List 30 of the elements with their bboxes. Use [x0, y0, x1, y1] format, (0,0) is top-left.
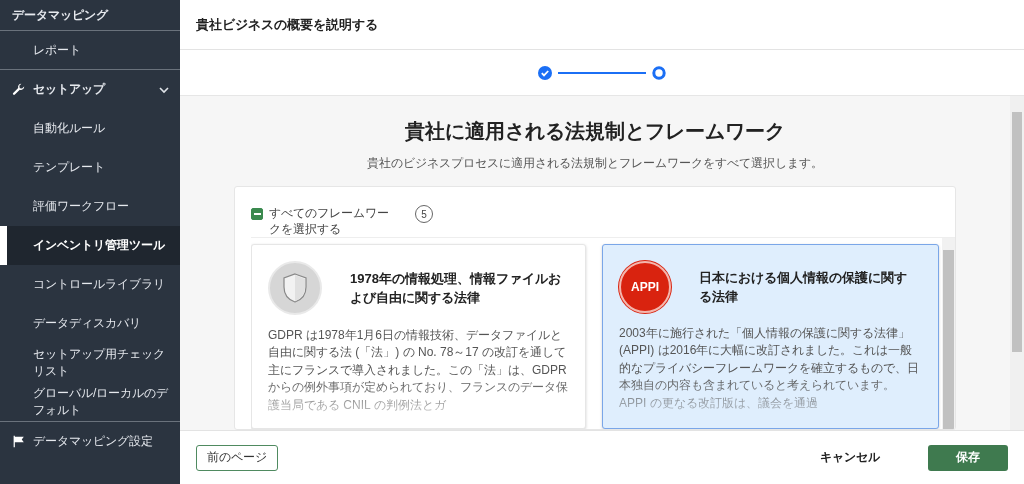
sidebar-item[interactable]: セットアップ用チェックリスト [0, 343, 180, 382]
framework-description: GDPR は1978年1月6日の情報技術、データファイルと自由に関する法 (「法」) の No. 78～17 の改訂を通して主にフランスで導入されました。この「法」は、GDPR からの例外事項が定められており、フランスのデータ保護当局である CNIL の判例法とガ [268, 327, 569, 414]
sidebar-item[interactable]: インベントリ管理ツール [0, 226, 180, 265]
shield-icon [268, 261, 322, 315]
section-subtitle: 貴社のビジネスプロセスに適用される法規制とフレームワークをすべて選択します。 [367, 155, 823, 172]
sidebar-item[interactable]: グローバル/ローカルのデフォルト [0, 382, 180, 421]
wrench-icon [12, 83, 25, 96]
cancel-button[interactable]: キャンセル [814, 445, 886, 470]
framework-title: 1978年の情報処理、情報ファイルおよび自由に関する法律 [349, 269, 562, 307]
save-button[interactable]: 保存 [928, 444, 1008, 471]
scrollbar[interactable] [942, 238, 955, 429]
section-title: 貴社に適用される法規制とフレームワーク [405, 119, 785, 144]
sidebar-item[interactable]: データディスカバリ [0, 304, 180, 343]
flag-icon [12, 435, 25, 448]
back-button[interactable]: 前のページ [196, 444, 278, 471]
framework-title: 日本における個人情報の保護に関する法律 [698, 268, 908, 306]
sidebar-item[interactable]: テンプレート [0, 148, 180, 187]
sidebar-item[interactable]: 評価ワークフロー [0, 187, 180, 226]
sidebar-group[interactable]: セットアップ [0, 70, 180, 109]
framework-card[interactable]: APPI 日本における個人情報の保護に関する法律 2003年に施行された「個人情報の保護に関する法律」(APPI) は2016年に大幅に改訂されました。これは一般的なプライバシーフレームワークを確立するもので、日本独自の内容も含まれていると考えられています。APPI の更なる改訂版は、議会を通過 [602, 244, 939, 429]
select-all-checkbox[interactable] [251, 208, 263, 220]
sidebar-item[interactable]: コントロールライブラリ [0, 265, 180, 304]
sidebar-item[interactable]: 自動化ルール [0, 109, 180, 148]
page-scrollbar[interactable] [1010, 96, 1024, 430]
sidebar-group[interactable]: データマッピング設定 [0, 422, 180, 461]
framework-card[interactable]: 1978年の情報処理、情報ファイルおよび自由に関する法律 GDPR は1978年1月6日の情報技術、データファイルと自由に関する法 (「法」) の No. 78～17 の改訂を通して主にフランスで導入されました。この「法」は、GDPR からの例外事項が定められており、フランスのデータ保護当局である CNIL の判例法とガ [251, 244, 586, 429]
page-title: 貴社ビジネスの概要を説明する [196, 15, 378, 34]
framework-description: 2003年に施行された「個人情報の保護に関する法律」(APPI) は2016年に大幅に改訂されました。これは一般的なプライバシーフレームワークを確立するもので、日本独自の内容も含まれていると考えられています。APPI の更なる改訂版は、議会を通過 [619, 325, 920, 412]
badge-icon: APPI [619, 261, 671, 313]
select-all-label[interactable]: すべてのフレームワークを選択する [269, 205, 399, 238]
